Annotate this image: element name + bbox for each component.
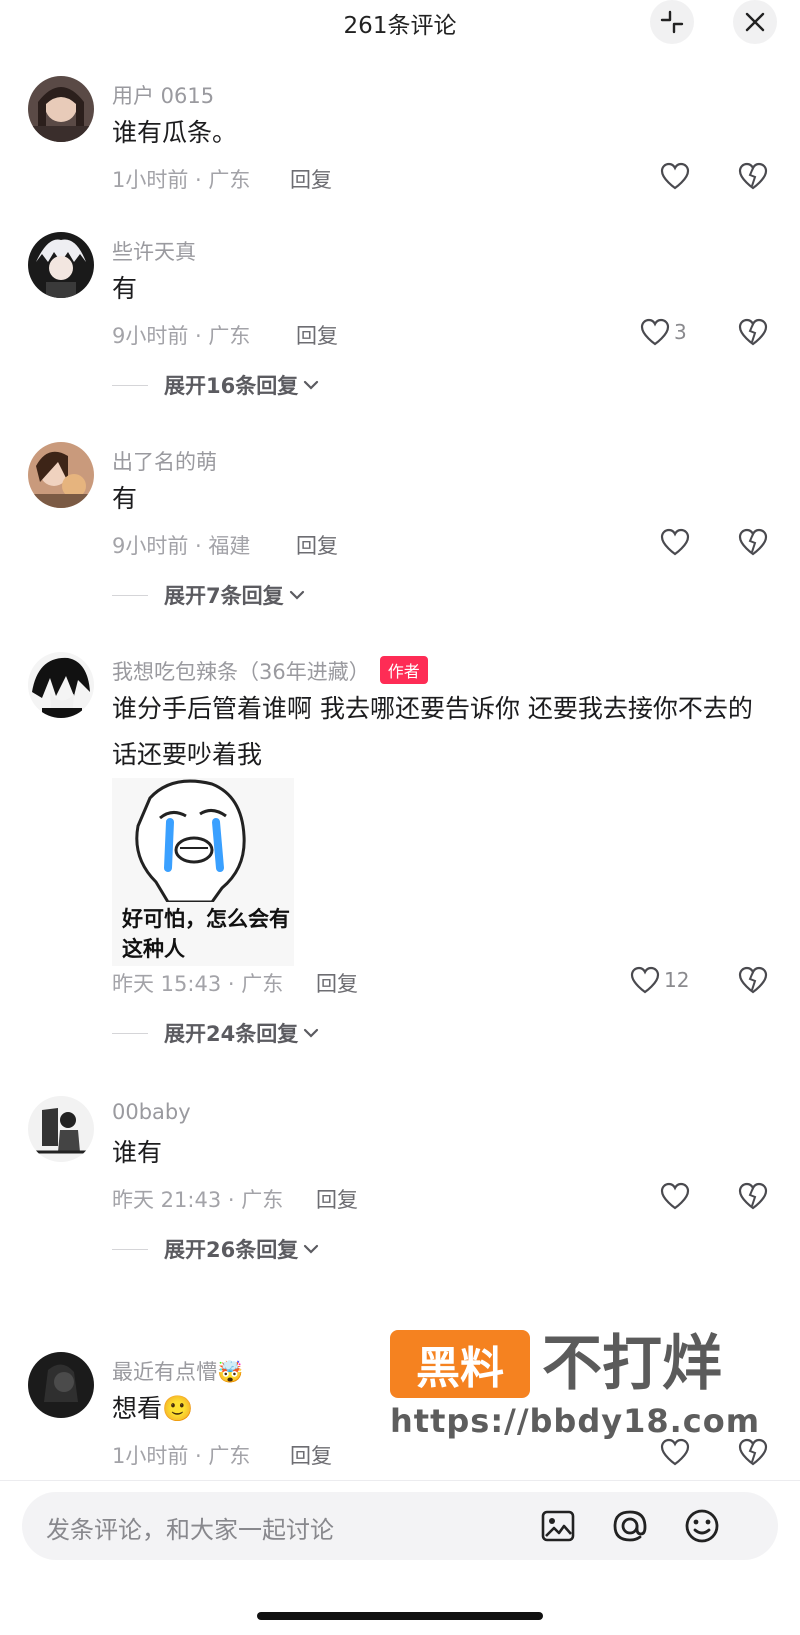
heart-icon [660,528,690,556]
divider [112,1032,148,1034]
avatar[interactable] [28,232,94,298]
comment-text: 谁有 [112,1138,163,1167]
mention-button[interactable] [610,1506,650,1546]
emoji-button[interactable] [682,1506,722,1546]
avatar[interactable] [28,76,94,142]
chevron-down-icon [304,380,319,390]
author-badge: 作者 [379,656,428,684]
dislike-button[interactable] [738,318,768,350]
at-icon [613,1510,647,1542]
chevron-down-icon [304,1244,319,1254]
like-button[interactable] [660,528,690,556]
chevron-down-icon [289,590,304,600]
username[interactable]: 我想吃包辣条（36年进藏） 作者 [112,656,428,686]
dislike-button[interactable] [738,966,768,998]
home-indicator[interactable] [257,1612,543,1620]
comment-meta: 9小时前 · 福建 [112,534,251,558]
username[interactable]: 些许天真 [112,236,196,266]
heart-icon [660,162,690,190]
divider [112,384,148,386]
heart-broken-icon [738,162,768,190]
comment-text: 有 [112,274,138,303]
comment-text: 有 [112,484,138,513]
watermark-text: 不打烊 [542,1329,722,1399]
watermark: 黑料 不打烊 https://bbdy18.com [390,1330,780,1460]
reply-button[interactable]: 回复 [316,1184,358,1214]
comment-meta: 9小时前 · 广东 [112,324,251,348]
collapse-icon [660,10,684,34]
crying-face-sticker [135,779,246,904]
heart-icon [660,1182,690,1210]
username[interactable]: 00baby [112,1100,191,1124]
username[interactable]: 用户 0615 [112,80,214,110]
like-count: 3 [674,320,687,344]
avatar[interactable] [28,1096,94,1162]
comment-meta: 昨天 21:43 · 广东 [112,1188,284,1212]
close-button[interactable] [733,0,777,44]
reply-button[interactable]: 回复 [290,164,332,194]
watermark-url: https://bbdy18.com [390,1402,761,1440]
heart-broken-icon [738,318,768,346]
username[interactable]: 出了名的萌 [112,446,217,476]
comment-text: 谁分手后管着谁啊 我去哪还要告诉你 还要我去接你不去的话还要吵着我 [112,694,753,769]
reply-button[interactable]: 回复 [316,968,358,998]
heart-broken-icon [738,966,768,994]
comments-header: 261条评论 [0,0,800,46]
comment-input-placeholder[interactable]: 发条评论，和大家一起讨论 [46,1510,334,1545]
reply-button[interactable]: 回复 [290,1440,332,1470]
dislike-button[interactable] [738,528,768,560]
reply-button[interactable]: 回复 [296,320,338,350]
divider [112,594,148,596]
comment-text: 谁有瓜条。 [112,118,238,147]
expand-replies-label: 展开24条回复 [164,1022,299,1046]
close-icon [745,12,765,32]
dislike-button[interactable] [738,1182,768,1214]
sticker-image[interactable]: 好可怕，怎么会有这种人 [112,778,294,966]
expand-replies[interactable]: 展开7条回复 [112,580,306,610]
reply-button[interactable]: 回复 [296,530,338,560]
comment-meta: 1小时前 · 广东 [112,1444,251,1468]
heart-icon [630,966,660,994]
expand-replies-label: 展开26条回复 [164,1238,299,1262]
heart-icon [640,318,670,346]
comment-meta: 昨天 15:43 · 广东 [112,972,284,996]
image-button[interactable] [538,1506,578,1546]
like-count: 12 [664,968,690,992]
image-icon [541,1510,575,1542]
expand-replies[interactable]: 展开24条回复 [112,1018,320,1048]
collapse-button[interactable] [650,0,694,44]
like-button[interactable]: 3 [640,318,687,346]
heart-broken-icon [738,528,768,556]
like-button[interactable]: 12 [630,966,689,994]
sticker-caption: 好可怕，怎么会有这种人 [122,907,290,961]
heart-broken-icon [738,1182,768,1210]
expand-replies[interactable]: 展开16条回复 [112,370,320,400]
expand-replies-label: 展开16条回复 [164,374,299,398]
divider [0,1480,800,1481]
username-text: 我想吃包辣条（36年进藏） [112,660,370,684]
like-button[interactable] [660,162,690,190]
avatar[interactable] [28,442,94,508]
watermark-logo: 黑料 [390,1330,530,1398]
avatar[interactable] [28,652,94,718]
chevron-down-icon [304,1028,319,1038]
comment-meta: 1小时前 · 广东 [112,168,251,192]
emoji-icon [685,1509,719,1543]
comment-input-bar[interactable]: 发条评论，和大家一起讨论 [22,1492,778,1560]
dislike-button[interactable] [738,162,768,194]
expand-replies[interactable]: 展开26条回复 [112,1234,320,1264]
avatar[interactable] [28,1352,94,1418]
expand-replies-label: 展开7条回复 [164,584,284,608]
divider [112,1248,148,1250]
like-button[interactable] [660,1182,690,1210]
username[interactable]: 最近有点懵🤯 [112,1356,243,1386]
